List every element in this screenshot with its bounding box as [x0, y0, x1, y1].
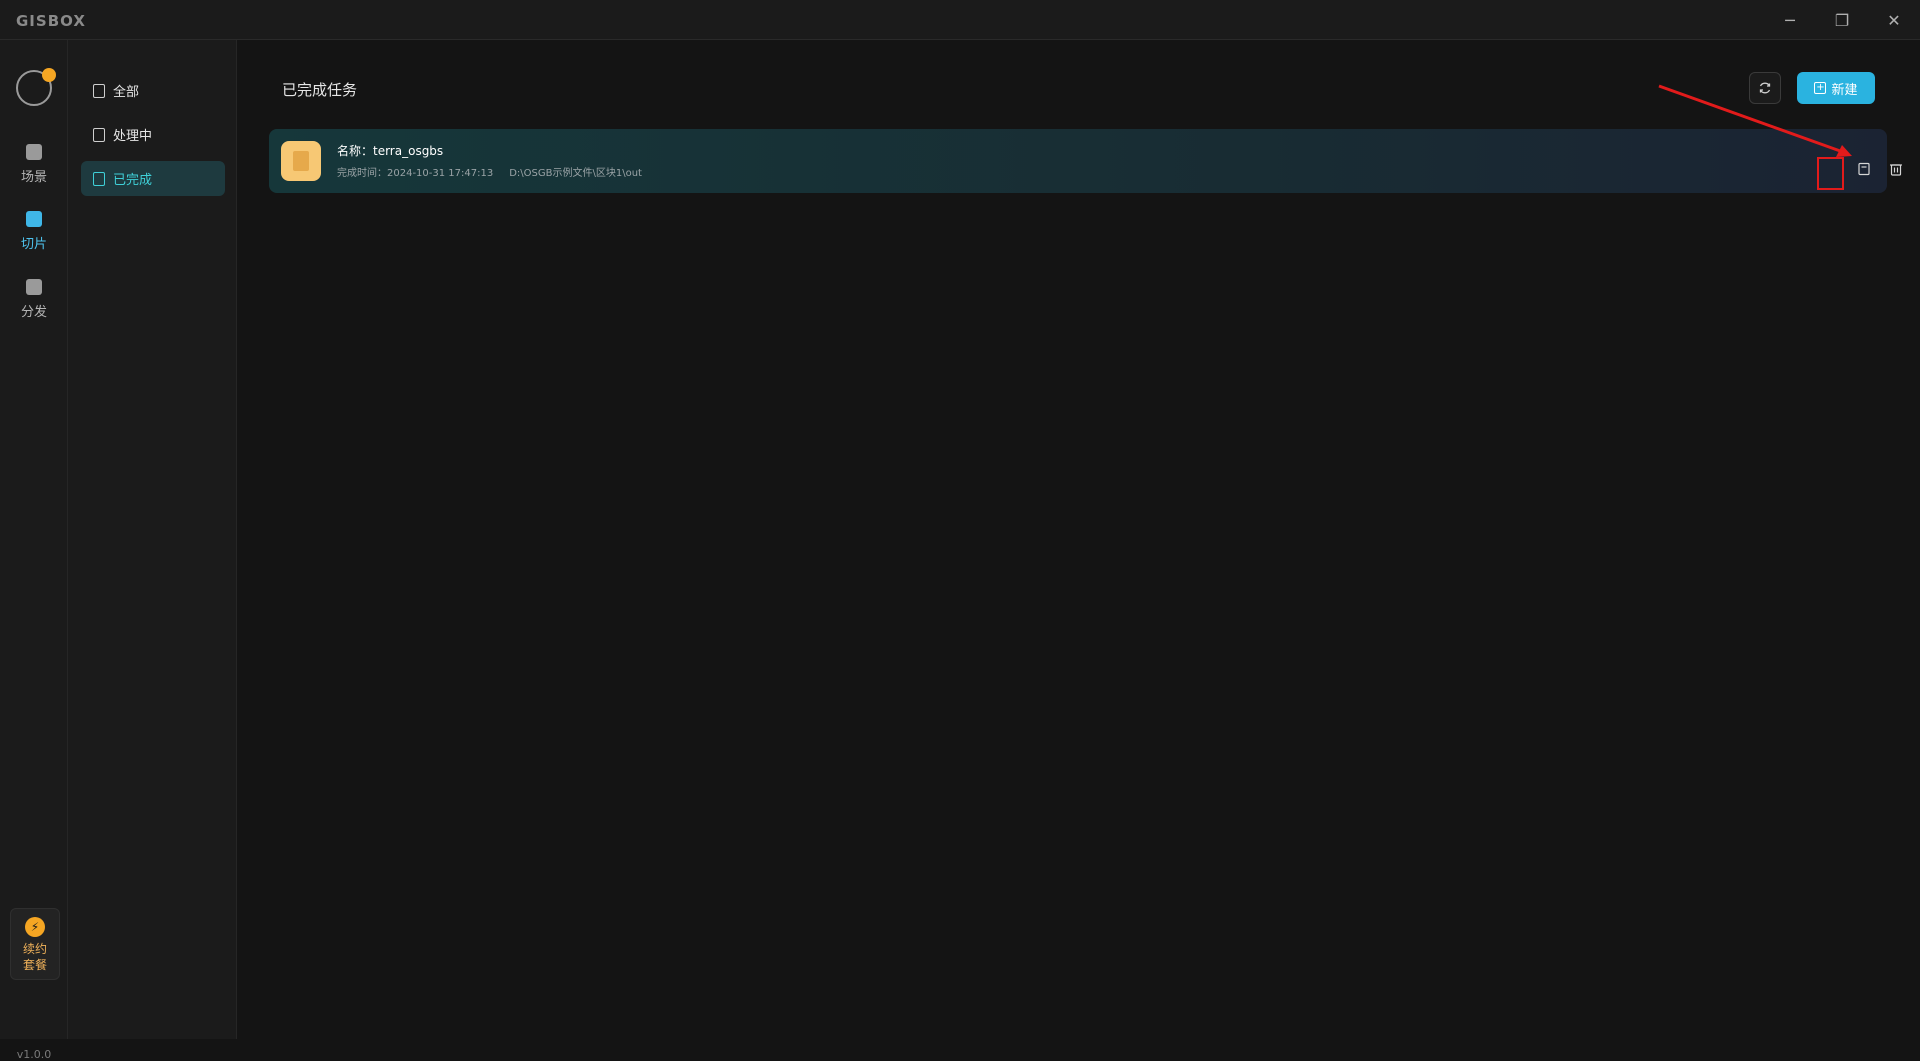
sidebar-item-completed[interactable]: 已完成 [81, 161, 225, 196]
file-check-icon [93, 171, 105, 186]
sidebar-item-label: 全部 [113, 85, 140, 100]
new-task-label: 新建 [1831, 82, 1858, 98]
trash-icon [1890, 164, 1902, 176]
plus-icon: + [1814, 82, 1827, 94]
file-icon [93, 83, 105, 98]
nav-rail: 场景 切片 分发 ⚡ 续约套餐 v1.0.0 [0, 40, 68, 1061]
task-completed-time: 完成时间：2024-10-31 17:47:13 [337, 168, 494, 179]
rail-item-label: 切片 [20, 237, 47, 252]
sidebar-item-processing[interactable]: 处理中 [81, 117, 225, 152]
vip-badge-icon [42, 68, 56, 82]
task-card[interactable]: 名称：terra_osgbs 完成时间：2024-10-31 17:47:13 … [269, 129, 1902, 193]
annotation-highlight-box [1817, 157, 1844, 190]
minimize-button[interactable]: ─ [1764, 0, 1816, 40]
renew-plan-button[interactable]: ⚡ 续约套餐 [10, 908, 60, 980]
app-logo: GISBOX [16, 12, 86, 30]
close-icon: ✕ [1887, 10, 1901, 30]
rail-item-distribute[interactable]: 分发 [0, 275, 68, 331]
home-icon [26, 144, 42, 160]
sidebar-item-label: 处理中 [113, 129, 153, 144]
model-icon [293, 151, 309, 171]
title-bar: GISBOX ─ ❐ ✕ [0, 0, 1920, 40]
rail-item-label: 分发 [20, 305, 47, 320]
rail-item-scene[interactable]: 场景 [0, 140, 68, 196]
lightning-icon: ⚡ [25, 917, 45, 937]
window-controls: ─ ❐ ✕ [1764, 0, 1920, 40]
sidebar-item-all[interactable]: 全部 [81, 73, 225, 108]
task-sidebar: 全部 处理中 已完成 [68, 40, 237, 1039]
sidebar-item-label: 已完成 [113, 173, 153, 188]
minimize-icon: ─ [1785, 10, 1795, 30]
page-title: 已完成任务 [282, 81, 358, 99]
refresh-button[interactable] [1749, 72, 1781, 104]
new-task-button[interactable]: + 新建 [1797, 72, 1875, 104]
file-icon [93, 127, 105, 142]
main-panel: 已完成任务 + 新建 名称：terra_osgbs 完成时间：2024-10-3… [237, 40, 1920, 1039]
version-label: v1.0.0 [16, 1048, 52, 1061]
restore-icon: ❐ [1834, 10, 1850, 30]
delete-task-button[interactable] [1888, 161, 1904, 177]
close-button[interactable]: ✕ [1868, 0, 1920, 40]
slice-icon [26, 211, 42, 227]
task-name: 名称：terra_osgbs [337, 144, 444, 158]
rail-item-slice[interactable]: 切片 [0, 207, 68, 263]
restore-button[interactable]: ❐ [1816, 0, 1868, 40]
task-output-path: D:\OSGB示例文件\区块1\out [509, 168, 642, 179]
rail-item-label: 场景 [20, 170, 47, 185]
task-meta: 完成时间：2024-10-31 17:47:13 D:\OSGB示例文件\区块1… [337, 164, 642, 179]
document-icon [1858, 162, 1870, 176]
renew-label: 续约套餐 [22, 942, 47, 972]
task-thumbnail [281, 141, 321, 181]
open-folder-button[interactable] [1856, 161, 1872, 177]
distribute-icon [26, 279, 42, 295]
refresh-icon [1759, 82, 1771, 94]
